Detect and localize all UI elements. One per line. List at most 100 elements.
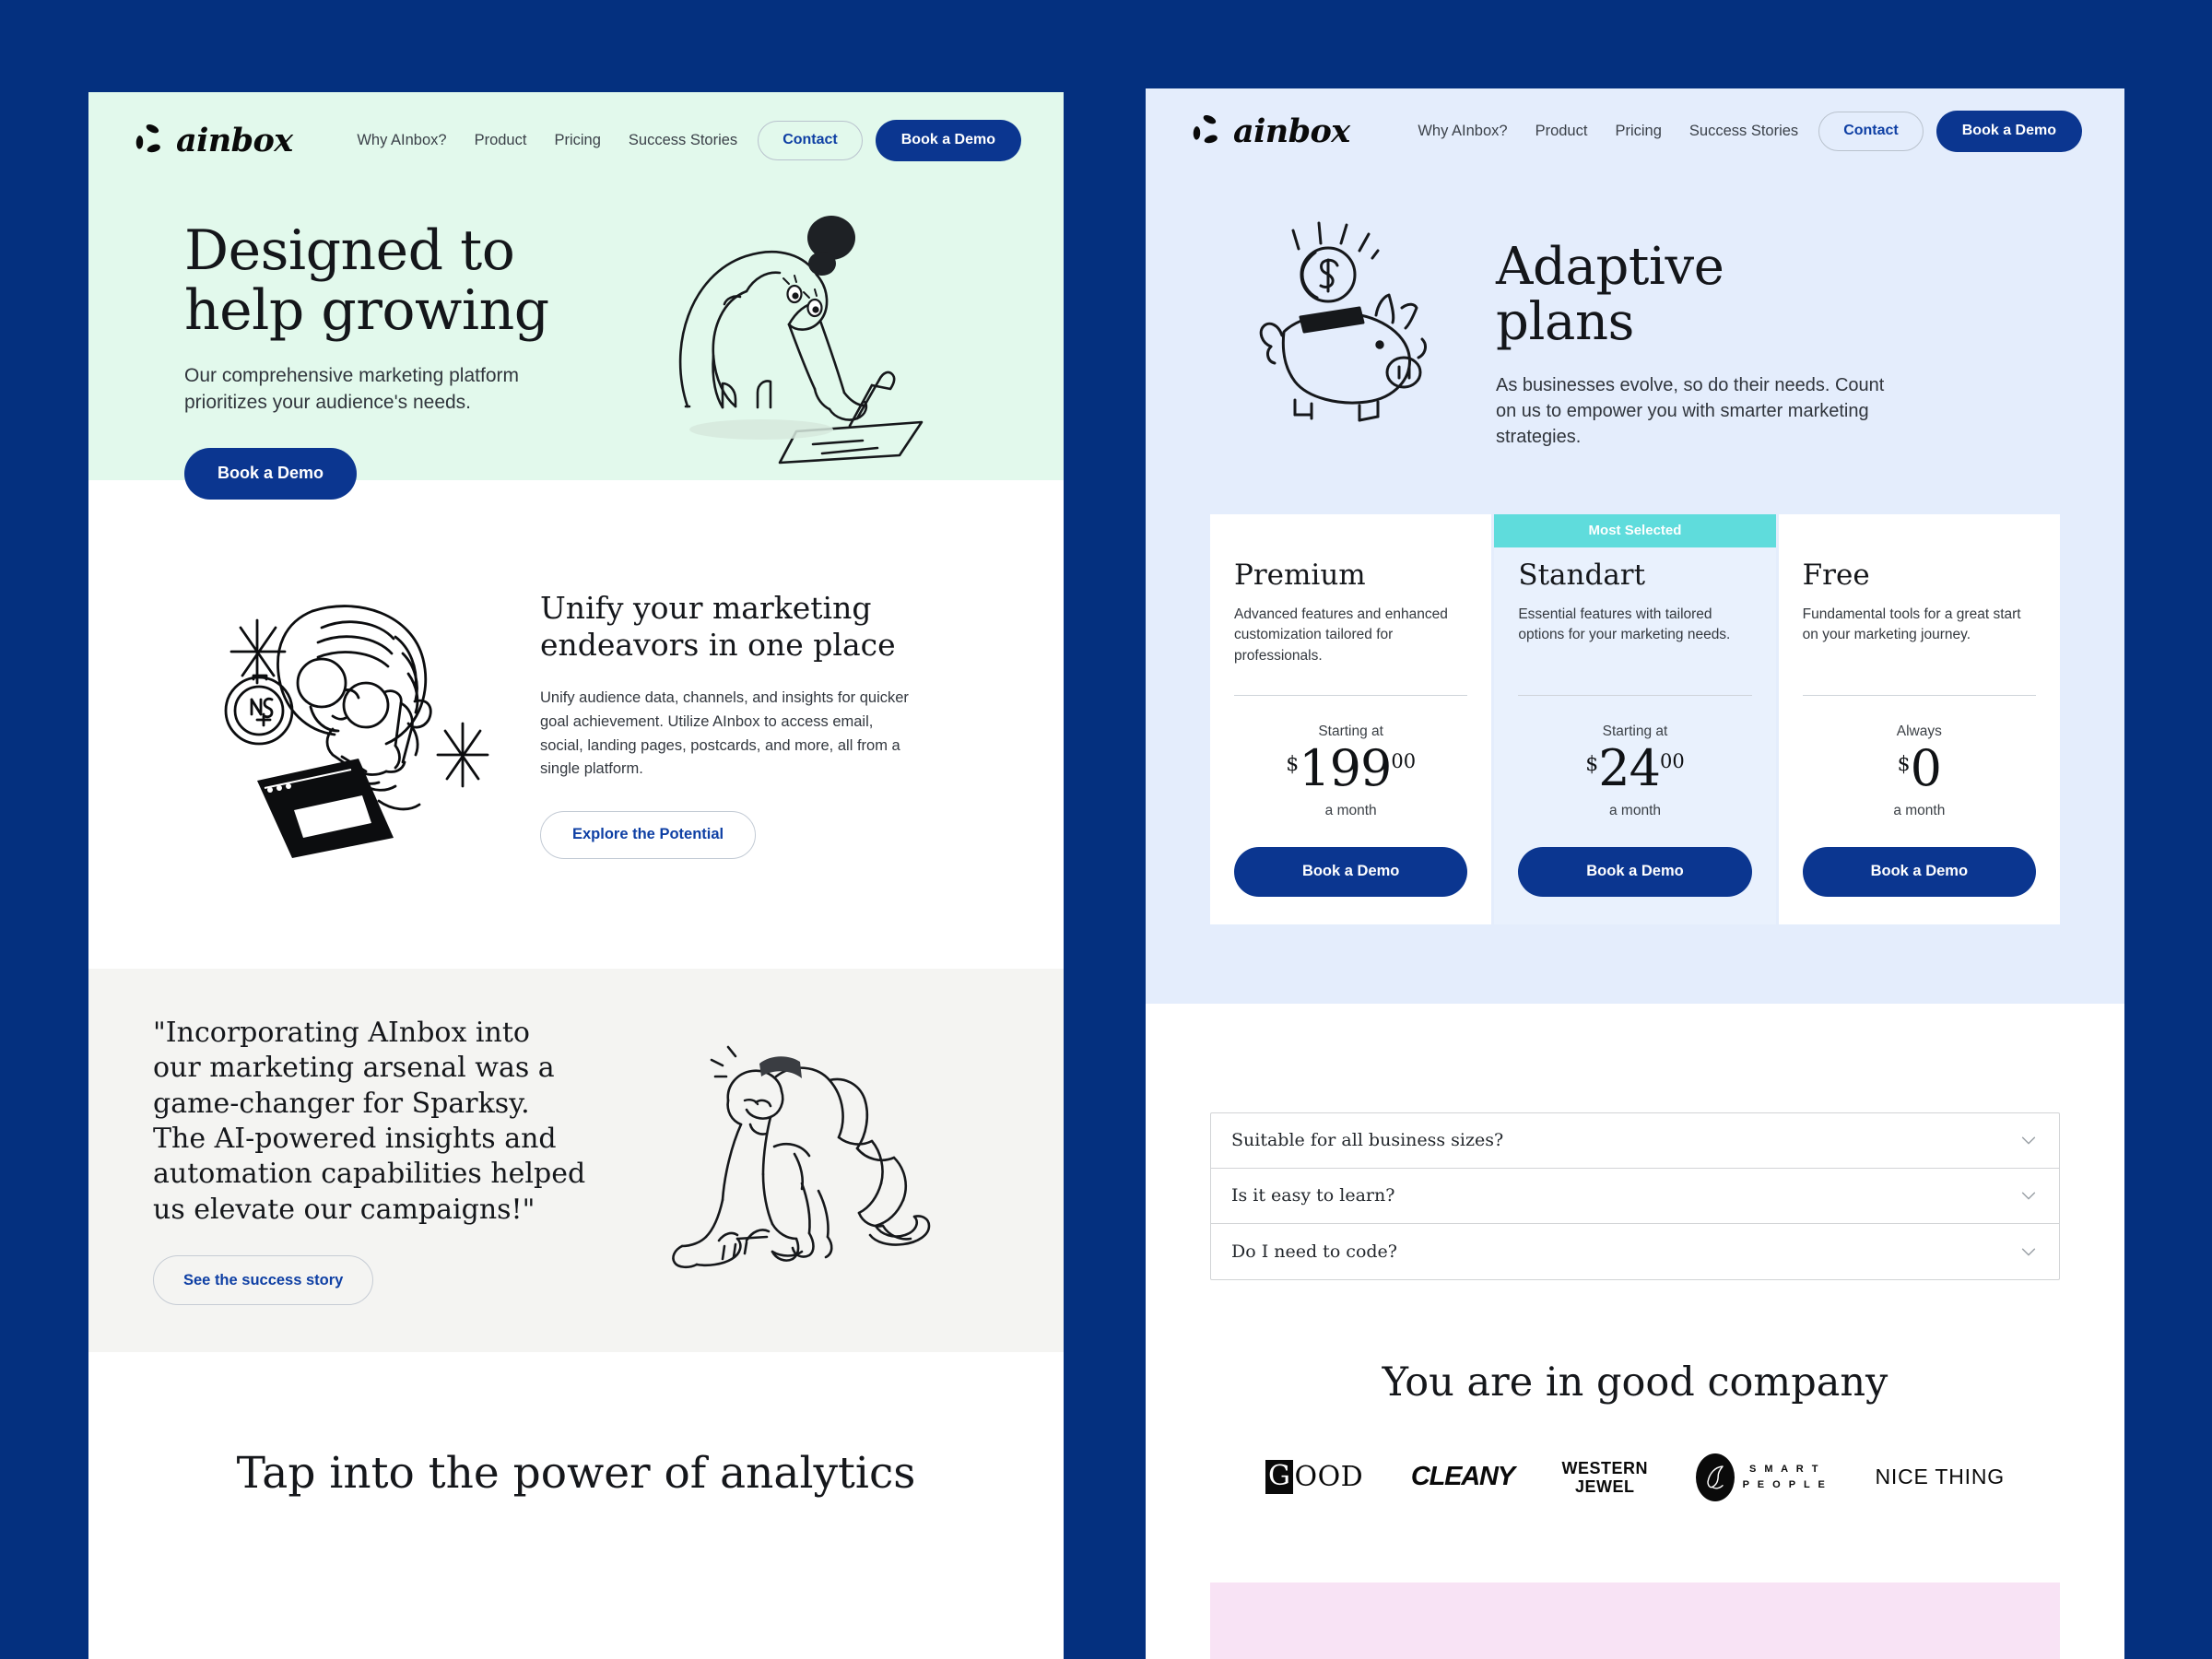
right-page-preview: ainbox Why AInbox? Product Pricing Succe…	[1146, 88, 2124, 1659]
faq-accordion: Suitable for all business sizes? Is it e…	[1210, 1112, 2060, 1280]
logo-western-line1: WESTERN	[1561, 1458, 1648, 1477]
chevron-down-icon[interactable]	[2018, 1130, 2039, 1150]
price-row: $ 24 00	[1518, 738, 1751, 797]
unify-copy: Unify your marketing endeavors in one pl…	[540, 590, 909, 859]
unify-section: Unify your marketing endeavors in one pl…	[88, 480, 1064, 969]
plans-title-line2: plans	[1496, 291, 1634, 352]
price-currency: $	[1585, 752, 1599, 776]
nav-link-success-stories[interactable]: Success Stories	[1689, 123, 1798, 140]
faq-item-business-sizes[interactable]: Suitable for all business sizes?	[1211, 1113, 2059, 1169]
nav-link-why-ainbox[interactable]: Why AInbox?	[357, 132, 446, 149]
recycle-triangle-logo-icon	[131, 122, 168, 159]
company-logos-section: You are in good company G OOD CLEANY WEST…	[1146, 1279, 2124, 1659]
plan-name: Premium	[1234, 558, 1366, 592]
price-currency: $	[1897, 752, 1911, 776]
nav-link-success-stories[interactable]: Success Stories	[629, 132, 737, 149]
plan-description: Fundamental tools for a great start on y…	[1802, 606, 2021, 643]
plan-description: Essential features with tailored options…	[1518, 606, 1731, 643]
see-the-success-story-button[interactable]: See the success story	[153, 1255, 374, 1306]
logo-smart-line2: P E O P L E	[1742, 1478, 1828, 1490]
contact-button[interactable]: Contact	[1818, 111, 1924, 151]
left-hero-cta-wrap: Book a Demo	[184, 447, 571, 500]
analytics-title: Tap into the power of analytics	[236, 1448, 916, 1499]
most-selected-badge: Most Selected	[1494, 513, 1776, 547]
right-navbar: ainbox Why AInbox? Product Pricing Succe…	[1146, 88, 2124, 173]
faq-item-need-to-code[interactable]: Do I need to code?	[1211, 1224, 2059, 1279]
pricing-card-standart[interactable]: Most Selected Standart Essential feature…	[1494, 513, 1776, 924]
unify-title-line1: Unify your marketing	[540, 590, 872, 627]
price-amount: 0	[1910, 738, 1942, 797]
hero-book-a-demo-button[interactable]: Book a Demo	[184, 447, 358, 500]
plan-name: Standart	[1518, 558, 1646, 592]
chevron-down-icon[interactable]	[2018, 1241, 2039, 1262]
faq-section: Suitable for all business sizes? Is it e…	[1146, 1003, 2124, 1280]
plan-cta-wrap: Book a Demo	[1802, 819, 2036, 897]
analytics-section: Tap into the power of analytics	[88, 1352, 1064, 1659]
left-hero-subtitle: Our comprehensive marketing platform pri…	[184, 364, 519, 413]
faq-question: Is it easy to learn?	[1231, 1185, 1395, 1206]
unify-title-line2: endeavors in one place	[540, 626, 896, 663]
logo-good-first-letter: G	[1265, 1460, 1294, 1495]
right-hero-section: ainbox Why AInbox? Product Pricing Succe…	[1146, 88, 2124, 1004]
page-canvas: ainbox Why AInbox? Product Pricing Succe…	[0, 0, 2212, 1659]
price-label: Starting at	[1318, 723, 1383, 739]
plan-price-block: Starting at $ 24 00 a month	[1518, 696, 1751, 819]
faq-question: Do I need to code?	[1231, 1241, 1397, 1262]
nav-link-pricing[interactable]: Pricing	[554, 132, 600, 149]
explore-the-potential-button[interactable]: Explore the Potential	[540, 810, 757, 859]
plan-description: Advanced features and enhanced customiza…	[1234, 606, 1448, 664]
price-label: Always	[1896, 723, 1942, 739]
price-amount: 24	[1598, 738, 1661, 797]
person-holding-phone-with-compass-illustration	[153, 591, 540, 858]
nav-link-pricing[interactable]: Pricing	[1615, 123, 1661, 140]
pink-footer-strip	[1210, 1582, 2060, 1659]
brand-name: ainbox	[176, 121, 293, 159]
plan-price-block: Always $ 0 a month	[1803, 696, 2036, 819]
logo-smart-line1: S M A R T	[1748, 1464, 1821, 1476]
dolphin-blob-icon	[1695, 1453, 1735, 1501]
plan-book-a-demo-button[interactable]: Book a Demo	[1802, 846, 2036, 897]
unify-body-text: Unify audience data, channels, and insig…	[540, 689, 909, 778]
pricing-card-free[interactable]: Free Fundamental tools for a great start…	[1778, 513, 2060, 924]
faq-item-easy-to-learn[interactable]: Is it easy to learn?	[1211, 1169, 2059, 1224]
logo-smart-people: S M A R T P E O P L E	[1695, 1453, 1828, 1501]
left-hero-copy: Designed to help growing Our comprehensi…	[184, 182, 571, 500]
plans-hero-copy: Adaptive plans As businesses evolve, so …	[1496, 206, 1892, 450]
pricing-card-premium[interactable]: Premium Advanced features and enhanced c…	[1210, 513, 1492, 924]
nav-link-product[interactable]: Product	[475, 132, 527, 149]
plans-hero-content: Adaptive plans As businesses evolve, so …	[1146, 173, 2124, 450]
price-row: $ 199 00	[1234, 743, 1467, 794]
plans-subtitle: As businesses evolve, so do their needs.…	[1496, 374, 1885, 447]
plan-book-a-demo-button[interactable]: Book a Demo	[1518, 846, 1752, 897]
left-navbar: ainbox Why AInbox? Product Pricing Succe…	[88, 98, 1064, 182]
unify-title: Unify your marketing endeavors in one pl…	[540, 590, 909, 663]
company-title: You are in good company	[1382, 1359, 1888, 1406]
price-row: $ 0	[1803, 738, 2036, 797]
logo-nice-thing: NICE THING	[1875, 1465, 2005, 1489]
brand-logo[interactable]: ainbox	[131, 122, 293, 159]
logo-cleany: CLEANY	[1410, 1462, 1515, 1492]
price-cents: 00	[1391, 749, 1417, 772]
brand-logo-right[interactable]: ainbox	[1188, 112, 1350, 150]
person-crouching-writing-on-paper-illustration	[571, 182, 1021, 500]
price-label: Starting at	[1602, 723, 1668, 739]
faq-question: Suitable for all business sizes?	[1231, 1130, 1504, 1151]
plan-cta-wrap: Book a Demo	[1234, 819, 1468, 897]
price-period: a month	[1324, 802, 1377, 818]
nav-link-product[interactable]: Product	[1535, 123, 1588, 140]
contact-button[interactable]: Contact	[758, 120, 863, 160]
plan-name: Free	[1802, 558, 1870, 592]
chevron-down-icon[interactable]	[2018, 1185, 2039, 1206]
book-a-demo-nav-button[interactable]: Book a Demo	[1936, 110, 2082, 152]
logo-smart-people-text: S M A R T P E O P L E	[1743, 1462, 1828, 1492]
book-a-demo-nav-button[interactable]: Book a Demo	[875, 119, 1021, 161]
recycle-triangle-logo-icon	[1188, 112, 1225, 149]
left-hero-content: Designed to help growing Our comprehensi…	[88, 182, 1064, 500]
left-hero-title: Designed to help growing	[184, 221, 571, 341]
plans-title-line1: Adaptive	[1496, 237, 1724, 297]
plan-cta-wrap: Book a Demo	[1518, 819, 1752, 897]
nav-link-why-ainbox[interactable]: Why AInbox?	[1418, 123, 1507, 140]
plan-book-a-demo-button[interactable]: Book a Demo	[1234, 846, 1468, 897]
price-cents: 00	[1659, 749, 1685, 772]
nav-links-right: Why AInbox? Product Pricing Success Stor…	[1418, 123, 1798, 140]
